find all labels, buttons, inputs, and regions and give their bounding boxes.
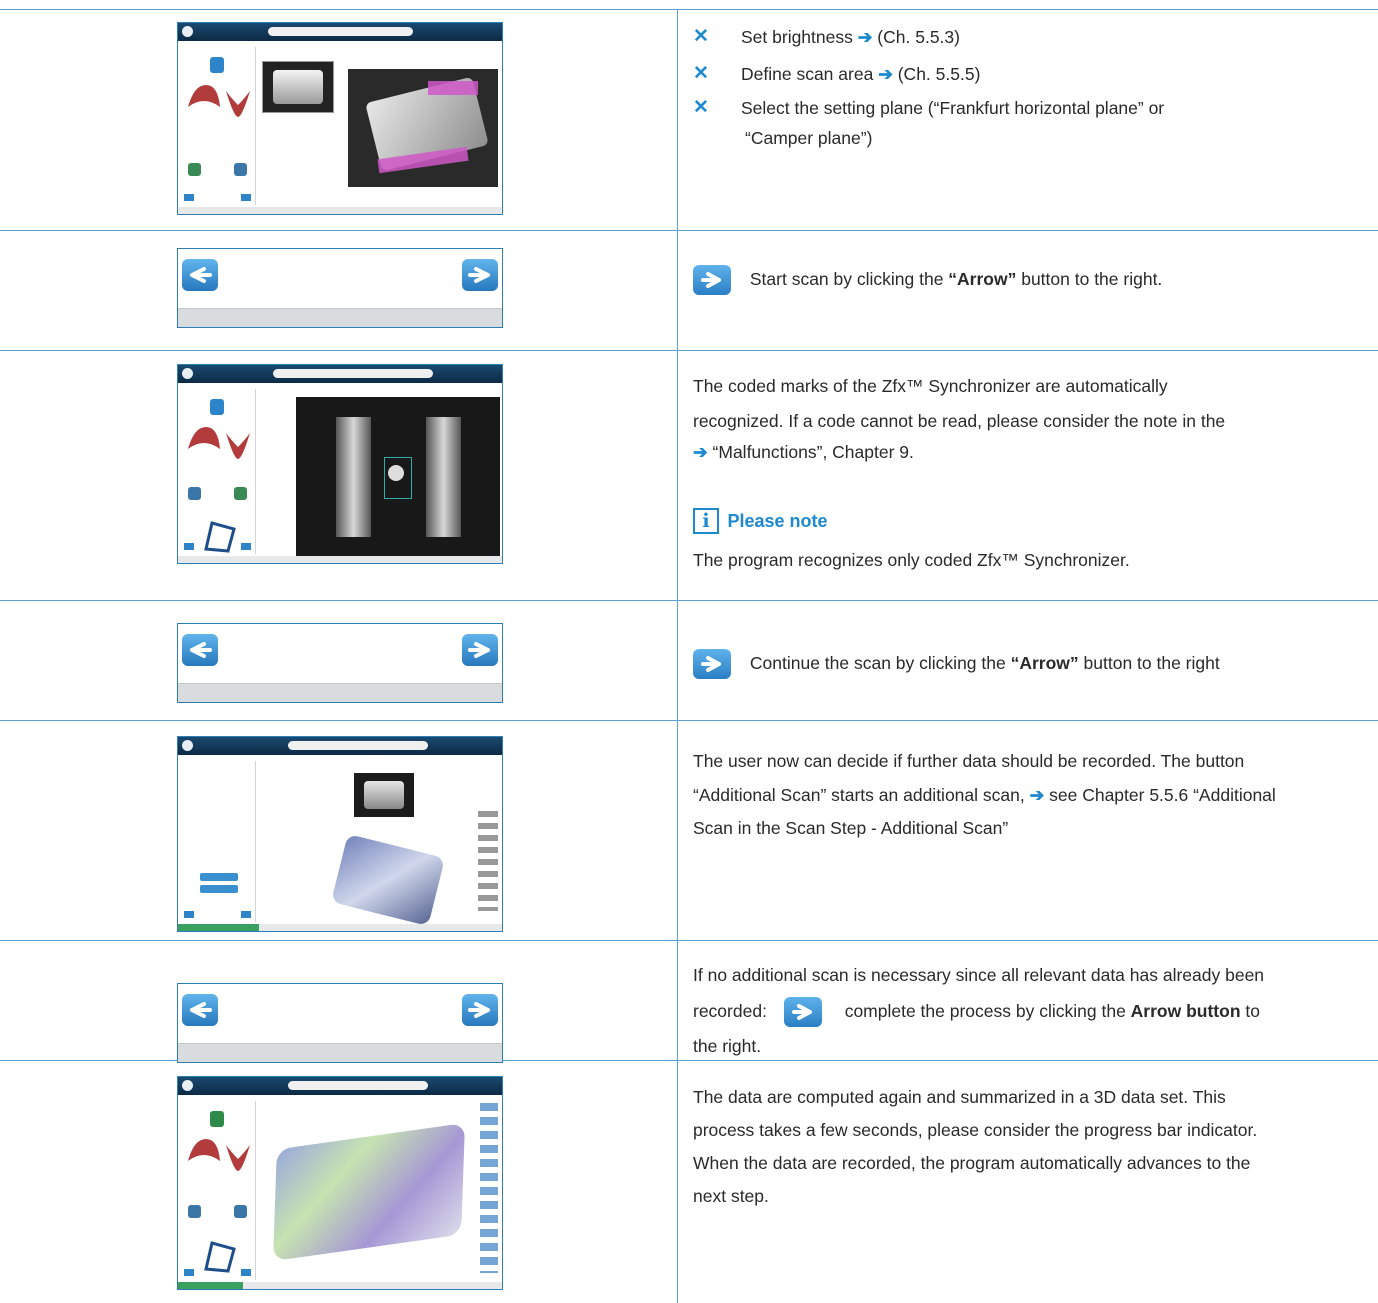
forward-arrow-icon [783,997,822,1028]
todo-text: Set brightness [741,27,853,47]
todo-text: Define scan area [741,64,874,84]
paragraph-line: The user now can decide if further data … [693,751,1245,771]
nav-panel [177,623,503,703]
todo-item: ✕ Set brightness ➔ (Ch. 5.5.3) [693,22,1353,52]
forward-arrow-button[interactable] [462,634,498,666]
x-mark-icon: ✕ [693,26,709,47]
chapter-ref: (Ch. 5.5.3) [877,27,960,47]
todo-text-continued: “Camper plane”) [745,128,873,148]
paragraph-line: recognized. If a code cannot be read, pl… [693,411,1226,431]
nav-panel [177,983,503,1063]
row-divider [0,720,1378,721]
x-mark-icon: ✕ [693,97,709,118]
instruction-text: Continue the scan by clicking the “Arrow… [693,647,1220,680]
forward-arrow-button[interactable] [462,994,498,1026]
note-box: i Please note [693,508,828,534]
paragraph-line: If no additional scan is necessary since… [693,965,1265,985]
paragraph-line: process takes a few seconds, please cons… [693,1120,1258,1140]
nav-panel [177,248,503,328]
back-arrow-button[interactable] [182,259,218,291]
column-divider [677,9,678,1303]
app-screenshot-3d-model [177,1076,503,1290]
forward-arrow-button[interactable] [462,259,498,291]
back-arrow-button[interactable] [182,994,218,1026]
row-divider [0,940,1378,941]
arrow-right-icon: ➔ [1029,785,1045,805]
paragraph-line: the right. [693,1036,762,1056]
instruction-text: recorded: complete the process by clicki… [693,995,1260,1028]
note-text: The program recognizes only coded Zfx™ S… [693,550,1130,570]
paragraph-line: When the data are recorded, the program … [693,1153,1251,1173]
row-divider [0,9,1378,10]
todo-item: ✕ Select the setting plane (“Frankfurt h… [693,93,1353,155]
app-screenshot-additional-scan [177,736,503,932]
todo-text: Select the setting plane (“Frankfurt hor… [741,98,1165,118]
info-icon: i [693,508,719,534]
progress-bar [178,1043,502,1062]
row-divider [0,350,1378,351]
forward-arrow-icon [693,649,731,680]
progress-bar [178,683,502,702]
app-screenshot-brightness [177,22,503,215]
x-mark-icon: ✕ [693,63,709,84]
arrow-right-icon: ➔ [857,27,873,47]
paragraph-line: The data are computed again and summariz… [693,1087,1226,1107]
paragraph-line: “Additional Scan” starts an additional s… [693,785,1276,805]
paragraph-line: ➔ “Malfunctions”, Chapter 9. [693,442,914,462]
arrow-right-icon: ➔ [693,442,708,462]
paragraph-line: Scan in the Scan Step - Additional Scan” [693,818,1009,838]
forward-arrow-icon [693,265,731,296]
progress-bar [178,308,502,327]
todo-item: ✕ Define scan area ➔ (Ch. 5.5.5) [693,59,1353,89]
paragraph-line: The coded marks of the Zfx™ Synchronizer… [693,376,1168,396]
app-screenshot-synchronizer [177,364,503,564]
note-title: Please note [727,510,828,531]
row-divider [0,600,1378,601]
arrow-right-icon: ➔ [878,64,893,84]
chapter-ref: (Ch. 5.5.5) [897,64,981,84]
paragraph-line: next step. [693,1186,769,1206]
instruction-text: Start scan by clicking the “Arrow” butto… [693,263,1162,296]
back-arrow-button[interactable] [182,634,218,666]
row-divider [0,230,1378,231]
